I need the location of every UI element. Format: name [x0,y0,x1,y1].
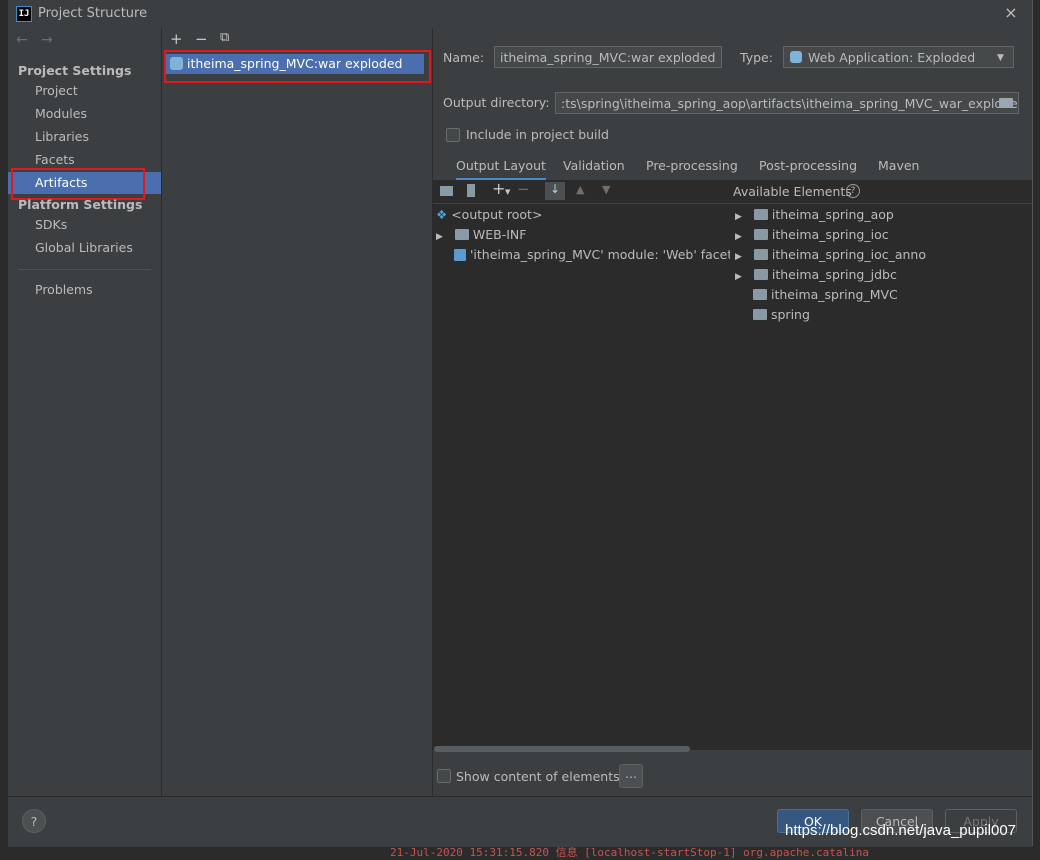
nav-item-global-libraries[interactable]: Global Libraries [8,237,161,259]
project-structure-dialog: IJ Project Structure × ← → Project Setti… [8,0,1033,847]
available-element-label: itheima_spring_aop [771,207,894,222]
include-in-build-label: Include in project build [466,127,609,142]
web-inf-label: WEB-INF [472,227,527,242]
title-bar: IJ Project Structure × [8,0,1032,28]
tab-post-processing[interactable]: Post-processing [759,158,857,173]
module-folder-icon [753,229,768,240]
copy-icon[interactable]: ⧉ [220,30,229,45]
web-inf-node[interactable]: ▶ WEB-INF [436,227,526,242]
module-folder-icon [753,309,767,320]
available-element-label: spring [770,307,810,322]
output-root-node[interactable]: ❖ <output root> [436,207,542,222]
available-element-label: itheima_spring_jdbc [771,267,897,282]
available-elements-label: Available Elements [733,184,852,199]
show-content-label: Show content of elements [456,769,620,784]
back-arrow-icon[interactable]: ← [16,32,28,48]
available-element-label: itheima_spring_MVC [770,287,898,302]
type-select[interactable]: Web Application: Exploded ▼ [783,46,1014,68]
add-copy-icon[interactable]: + [492,179,505,198]
web-artifact-icon [790,51,802,63]
available-element[interactable]: ▶ itheima_spring_ioc_anno [735,247,926,262]
highlight-box [164,50,431,83]
folder-icon [454,229,469,240]
output-root-label: <output root> [451,207,543,222]
project-settings-header: Project Settings [18,63,132,78]
output-layout-area: + ▼ − ↓ ▲ ▼ Available Elements ? ❖ <outp… [433,179,1032,752]
name-label: Name: [443,50,485,65]
type-label: Type: [740,50,773,65]
nav-item-sdks[interactable]: SDKs [8,214,161,236]
expand-icon: ▶ [436,232,443,242]
available-element[interactable]: ▶ itheima_spring_aop [735,207,894,222]
remove-icon[interactable]: − [517,180,530,198]
output-root-icon: ❖ [436,207,448,222]
module-folder-icon [753,269,768,280]
output-directory-label: Output directory: [443,95,550,110]
move-down-icon[interactable]: ▼ [602,183,610,196]
module-folder-icon [753,209,768,220]
watermark-text: https://blog.csdn.net/java_pupil007 [785,822,1016,839]
available-element[interactable]: ▶ itheima_spring_ioc [735,227,889,242]
expand-icon: ▶ [735,272,742,282]
expand-icon: ▶ [735,252,742,262]
remove-icon[interactable]: − [195,30,208,48]
expand-icon: ▶ [735,212,742,222]
tab-output-layout[interactable]: Output Layout [456,158,546,181]
available-element-label: itheima_spring_ioc [771,227,889,242]
nav-item-modules[interactable]: Modules [8,103,161,125]
facet-resources-label: 'itheima_spring_MVC' module: 'Web' facet… [469,247,730,262]
available-element-label: itheima_spring_ioc_anno [771,247,926,262]
new-directory-icon[interactable] [440,186,453,196]
tab-pre-processing[interactable]: Pre-processing [646,158,738,173]
expand-icon: ▶ [735,232,742,242]
available-element[interactable]: ▶ itheima_spring_jdbc [735,267,897,282]
folder-browse-icon[interactable] [999,98,1013,108]
artifacts-list-pane: + − ⧉ itheima_spring_MVC:war exploded [162,28,433,796]
nav-separator [18,269,151,270]
chevron-down-icon: ▼ [505,188,511,196]
chevron-down-icon: ▼ [997,53,1004,63]
sort-icon[interactable]: ↓ [545,182,565,200]
available-element[interactable]: spring [753,307,810,322]
move-up-icon[interactable]: ▲ [576,183,584,196]
available-element[interactable]: itheima_spring_MVC [753,287,898,302]
output-directory-field[interactable]: :ts\spring\itheima_spring_aop\artifacts\… [555,92,1019,114]
intellij-icon: IJ [16,6,32,22]
help-icon[interactable]: ? [846,184,860,198]
tab-validation[interactable]: Validation [563,158,625,173]
show-content-checkbox[interactable] [437,769,451,783]
tab-maven[interactable]: Maven [878,158,919,173]
help-button[interactable]: ? [22,809,46,833]
module-folder-icon [753,249,768,260]
artifact-details-pane: Name: itheima_spring_MVC:war exploded Ty… [433,28,1032,796]
show-content-options-button[interactable]: ... [619,764,643,788]
facet-resources-node[interactable]: 'itheima_spring_MVC' module: 'Web' facet… [454,247,730,262]
nav-item-project[interactable]: Project [8,80,161,102]
settings-navigation: ← → Project Settings Project Modules Lib… [8,28,162,796]
nav-item-libraries[interactable]: Libraries [8,126,161,148]
window-title: Project Structure [38,6,148,21]
add-icon[interactable]: + [170,30,183,48]
highlight-box [11,168,145,200]
horizontal-scrollbar[interactable] [434,746,690,752]
forward-arrow-icon[interactable]: → [41,32,53,48]
include-in-build-checkbox[interactable] [446,128,460,142]
archive-icon[interactable] [467,184,475,197]
nav-item-problems[interactable]: Problems [8,279,161,301]
type-select-value: Web Application: Exploded [808,50,976,65]
platform-settings-header: Platform Settings [18,197,143,212]
name-field[interactable]: itheima_spring_MVC:war exploded [494,46,722,68]
module-folder-icon [753,289,767,300]
close-icon[interactable]: × [1002,4,1020,22]
toolbar-separator [433,203,1032,204]
web-facet-icon [454,249,466,261]
